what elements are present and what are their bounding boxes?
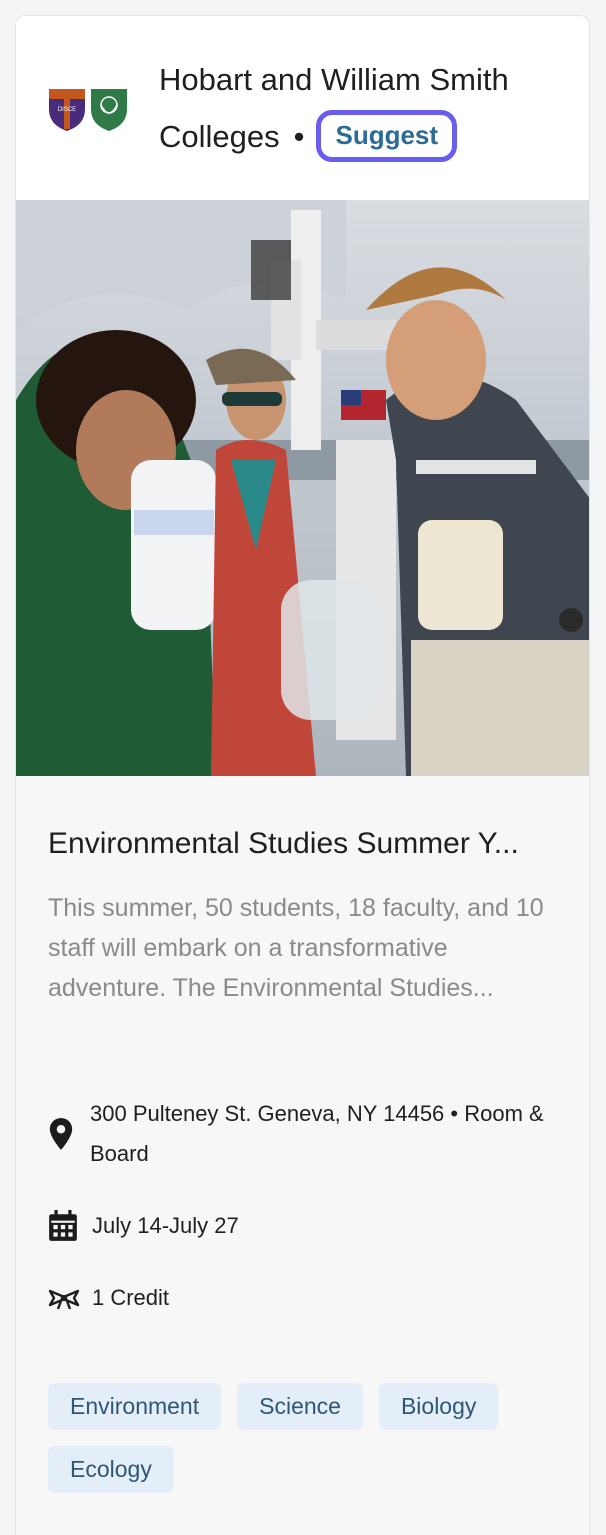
dates-row: July 14-July 27 <box>48 1206 239 1246</box>
ribbon-icon <box>48 1278 80 1318</box>
hobart-shield-logo: DISCE <box>49 89 127 131</box>
program-card[interactable]: DISCE Hobart and William Smith Colleges •… <box>15 15 590 1535</box>
tag-environment[interactable]: Environment <box>48 1383 222 1430</box>
map-pin-icon <box>48 1094 80 1174</box>
suggest-button[interactable]: Suggest <box>316 109 458 162</box>
location-text: 300 Pulteney St. Geneva, NY 14456 • Room… <box>90 1101 544 1166</box>
program-photo <box>16 200 589 776</box>
program-description: This summer, 50 students, 18 faculty, an… <box>48 894 544 1002</box>
tag-list: Environment Science Biology Ecology <box>48 1383 568 1493</box>
tag-science[interactable]: Science <box>237 1383 363 1430</box>
tag-biology[interactable]: Biology <box>378 1383 499 1430</box>
dates-text: July 14-July 27 <box>92 1213 239 1238</box>
college-logos: DISCE <box>47 87 129 133</box>
location-row: 300 Pulteney St. Geneva, NY 14456 • Room… <box>48 1094 558 1174</box>
organization-line: Hobart and William Smith Colleges • Sugges… <box>159 51 559 165</box>
calendar-icon <box>48 1206 80 1246</box>
card-header: DISCE Hobart and William Smith Colleges •… <box>16 16 589 200</box>
tag-ecology[interactable]: Ecology <box>48 1446 174 1493</box>
separator-dot: • <box>293 119 305 154</box>
program-title[interactable]: Environmental Studies Summer Y... <box>48 824 558 864</box>
credit-row: 1 Credit <box>48 1278 169 1318</box>
logo-motto: DISCE <box>58 107 76 113</box>
credit-text: 1 Credit <box>92 1285 170 1310</box>
